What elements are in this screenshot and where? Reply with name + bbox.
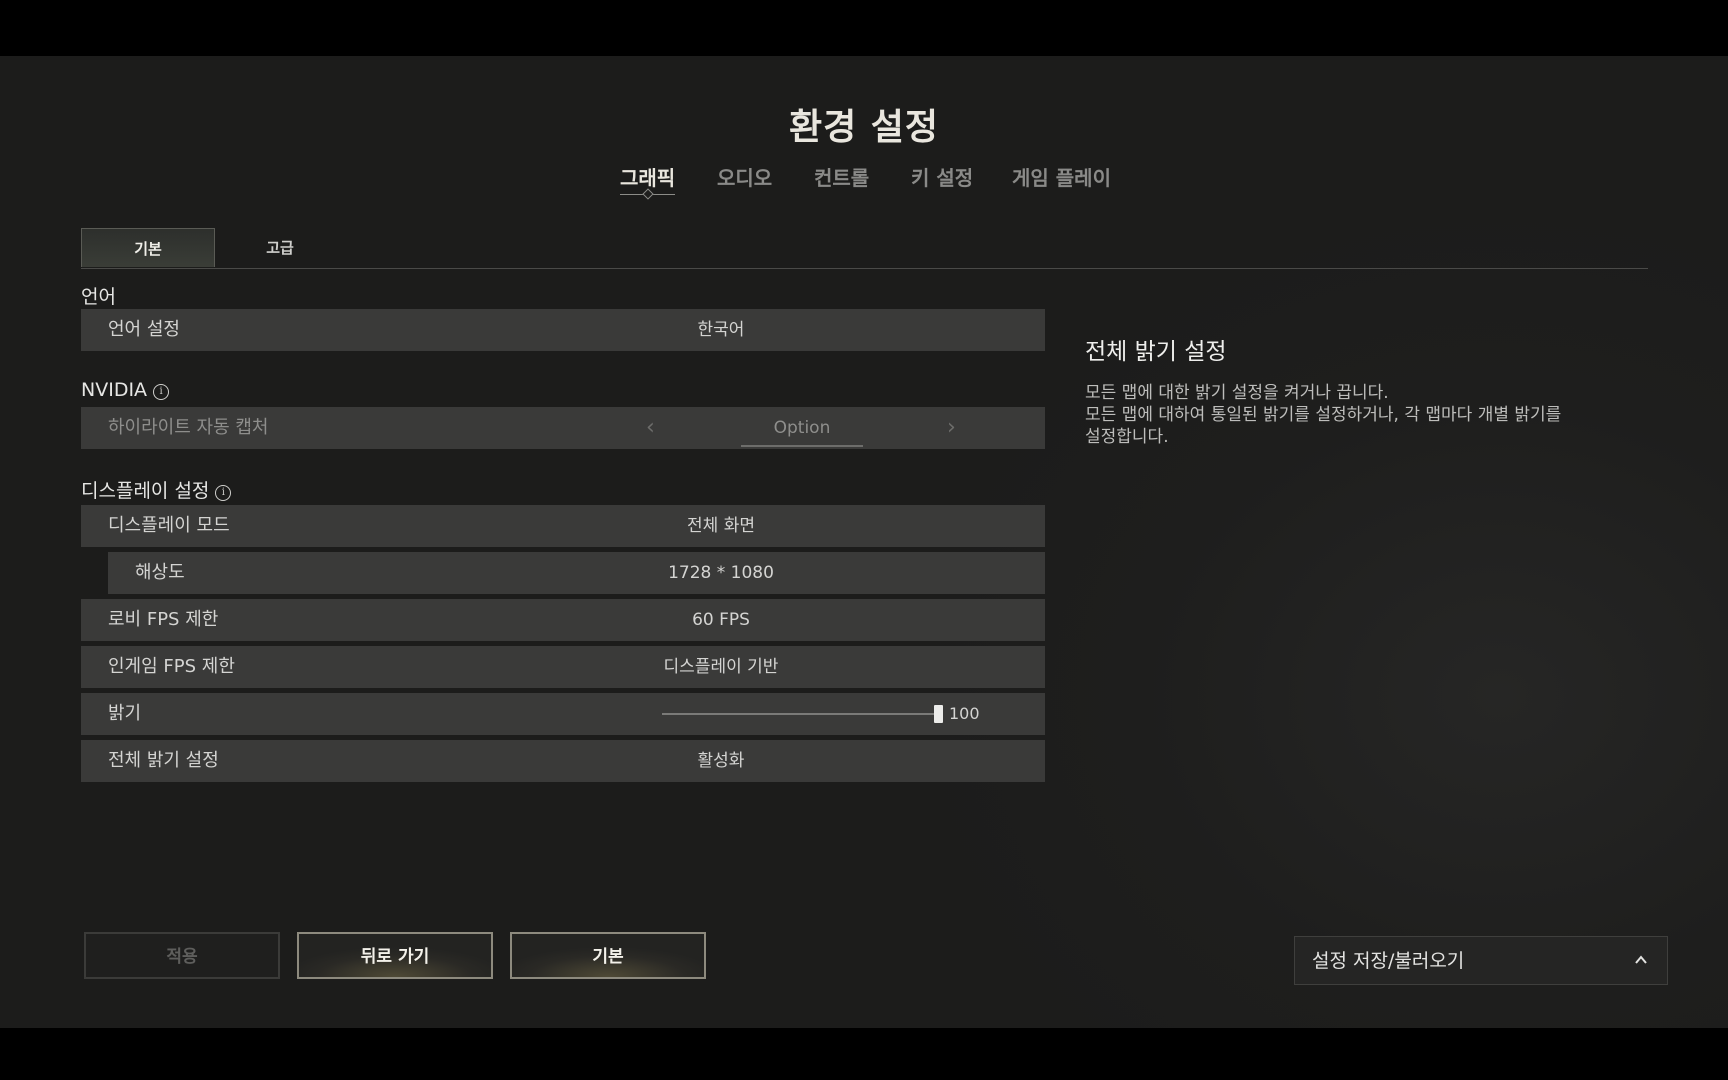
display-mode-row[interactable]: 디스플레이 모드 전체 화면	[81, 505, 1045, 547]
chevron-right-icon[interactable]: ›	[947, 407, 956, 449]
lobby-fps-label: 로비 FPS 제한	[108, 609, 219, 630]
info-icon[interactable]: i	[153, 384, 170, 400]
global-brightness-label: 전체 밝기 설정	[108, 750, 219, 771]
brightness-value: 100	[949, 704, 980, 723]
language-setting-label: 언어 설정	[108, 319, 180, 340]
section-display-heading: 디스플레이 설정 i	[81, 476, 232, 503]
tab-controls[interactable]: 컨트롤	[814, 162, 869, 191]
tab-graphics-label: 그래픽	[620, 166, 676, 190]
chevron-up-icon	[1635, 955, 1647, 964]
default-button[interactable]: 기본	[510, 932, 706, 979]
resolution-value: 1728 * 1080	[668, 563, 774, 583]
description-line: 설정합니다.	[1085, 427, 1169, 447]
section-nvidia-label: NVIDIA	[81, 379, 148, 401]
brightness-slider-handle[interactable]	[934, 705, 943, 723]
description-line: 모든 맵에 대한 밝기 설정을 켜거나 끕니다.	[1085, 383, 1389, 403]
brightness-slider-track[interactable]	[662, 713, 938, 715]
section-display-label: 디스플레이 설정	[81, 480, 210, 502]
description-line: 모든 맵에 대하여 통일된 밝기를 설정하거나, 각 맵마다 개별 밝기를	[1085, 405, 1562, 425]
language-setting-row[interactable]: 언어 설정 한국어	[81, 309, 1045, 351]
tab-key-settings[interactable]: 키 설정	[911, 162, 973, 191]
tab-audio[interactable]: 오디오	[717, 162, 772, 191]
section-language-heading: 언어	[81, 286, 116, 308]
main-tab-bar: 그래픽 오디오 컨트롤 키 설정 게임 플레이	[0, 162, 1728, 202]
display-mode-value: 전체 화면	[687, 516, 755, 536]
active-tab-diamond-icon	[641, 188, 654, 200]
page-title: 환경 설정	[788, 107, 939, 148]
ingame-fps-value: 디스플레이 기반	[663, 657, 779, 677]
ingame-fps-label: 인게임 FPS 제한	[108, 656, 235, 677]
ingame-fps-row[interactable]: 인게임 FPS 제한 디스플레이 기반	[81, 646, 1045, 688]
tab-gameplay[interactable]: 게임 플레이	[1012, 162, 1111, 191]
resolution-row[interactable]: 해상도 1728 * 1080	[108, 552, 1045, 594]
tab-graphics[interactable]: 그래픽	[620, 162, 676, 200]
global-brightness-row[interactable]: 전체 밝기 설정 활성화	[81, 740, 1045, 782]
highlight-capture-option[interactable]: Option	[741, 407, 863, 447]
highlight-capture-row: 하이라이트 자동 캡처 ‹ Option ›	[81, 407, 1045, 449]
resolution-label: 해상도	[135, 562, 185, 583]
description-title: 전체 밝기 설정	[1085, 339, 1227, 365]
brightness-row: 밝기 100	[81, 693, 1045, 735]
settings-screen: 환경 설정 그래픽 오디오 컨트롤 키 설정 게임 플레이 기본 고급 언어 언…	[0, 56, 1728, 1028]
info-icon[interactable]: i	[215, 485, 232, 501]
highlight-capture-label: 하이라이트 자동 캡처	[108, 417, 269, 438]
brightness-label: 밝기	[108, 703, 142, 724]
back-button[interactable]: 뒤로 가기	[297, 932, 493, 979]
lobby-fps-row[interactable]: 로비 FPS 제한 60 FPS	[81, 599, 1045, 641]
sub-tab-bar: 기본 고급	[81, 228, 1648, 269]
description-body: 모든 맵에 대한 밝기 설정을 켜거나 끕니다. 모든 맵에 대하여 통일된 밝…	[1085, 382, 1625, 448]
section-nvidia-heading: NVIDIA i	[81, 379, 170, 401]
subtab-advanced[interactable]: 고급	[214, 228, 346, 266]
chevron-left-icon[interactable]: ‹	[646, 407, 655, 449]
language-setting-value: 한국어	[697, 320, 745, 340]
subtab-basic[interactable]: 기본	[81, 228, 215, 267]
lobby-fps-value: 60 FPS	[692, 610, 750, 630]
save-load-settings-button[interactable]: 설정 저장/불러오기	[1294, 936, 1668, 985]
display-mode-label: 디스플레이 모드	[108, 515, 230, 536]
apply-button[interactable]: 적용	[84, 932, 280, 979]
global-brightness-value: 활성화	[697, 751, 745, 771]
save-load-label: 설정 저장/불러오기	[1312, 950, 1465, 972]
